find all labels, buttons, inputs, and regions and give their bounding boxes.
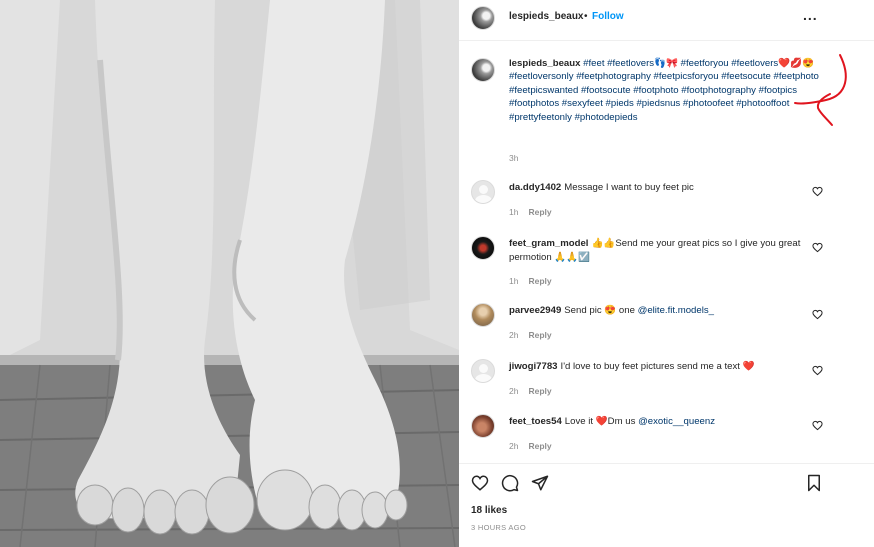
posted-ago: 3 HOURS AGO xyxy=(471,523,526,532)
comment-time: 1h xyxy=(509,276,519,286)
comment-time: 1h xyxy=(509,207,519,217)
comment-mention[interactable]: @elite.fit.models_ xyxy=(638,305,714,316)
likes-count[interactable]: 18 likes xyxy=(471,505,507,516)
owner-avatar[interactable] xyxy=(471,6,495,30)
heart-outline-icon[interactable] xyxy=(471,474,489,492)
owner-username[interactable]: lespieds_beaux xyxy=(509,11,583,22)
comment-text: parvee2949 Send pic 😍 one @elite.fit.mode… xyxy=(509,304,809,318)
post-caption: lespieds_beaux #feet #feetlovers👣🎀 #feet… xyxy=(509,57,819,124)
comment-username[interactable]: jiwogi7783 xyxy=(509,361,558,372)
comment-like-icon[interactable] xyxy=(812,309,823,320)
comment-time: 2h xyxy=(509,441,519,451)
comment-time: 2h xyxy=(509,386,519,396)
post-photo xyxy=(0,0,459,547)
comment-avatar[interactable] xyxy=(471,414,495,438)
comment-meta: 1h Reply xyxy=(509,207,552,217)
comment-meta: 2h Reply xyxy=(509,330,552,340)
comment-avatar[interactable] xyxy=(471,359,495,383)
comment-like-icon[interactable] xyxy=(812,186,823,197)
comment-text: feet_gram_model 👍👍Send me your great pics… xyxy=(509,237,809,265)
comment-mention[interactable]: @exotic__queenz xyxy=(638,416,715,427)
caption-time: 3h xyxy=(509,153,519,163)
actions-divider xyxy=(459,463,874,464)
reply-button[interactable]: Reply xyxy=(528,386,551,396)
comment-meta: 2h Reply xyxy=(509,386,552,396)
comment-body: Message I want to buy feet pic xyxy=(564,182,694,193)
comment-text: feet_toes54 Love it ❤️Dm us @exotic__quee… xyxy=(509,415,809,429)
comment-avatar[interactable] xyxy=(471,303,495,327)
comment-username[interactable]: feet_toes54 xyxy=(509,416,562,427)
comment-username[interactable]: da.ddy1402 xyxy=(509,182,561,193)
comment-body: Send pic 😍 one xyxy=(564,305,638,316)
caption-username[interactable]: lespieds_beaux xyxy=(509,58,580,69)
caption-avatar[interactable] xyxy=(471,58,495,82)
header-divider xyxy=(459,40,874,41)
comment-text: jiwogi7783 I'd love to buy feet pictures … xyxy=(509,360,809,374)
comment-avatar[interactable] xyxy=(471,236,495,260)
reply-button[interactable]: Reply xyxy=(528,207,551,217)
comment-text: da.ddy1402 Message I want to buy feet pic xyxy=(509,181,809,195)
comment-time: 2h xyxy=(509,330,519,340)
comment-body: Love it ❤️Dm us xyxy=(564,416,639,427)
paper-plane-icon[interactable] xyxy=(531,474,549,492)
comment-bubble-icon[interactable] xyxy=(501,474,519,492)
comment-username[interactable]: parvee2949 xyxy=(509,305,561,316)
comment-like-icon[interactable] xyxy=(812,420,823,431)
comment-meta: 1h Reply xyxy=(509,276,552,286)
comment-username[interactable]: feet_gram_model xyxy=(509,238,588,249)
comment-body: I'd love to buy feet pictures send me a … xyxy=(560,361,755,372)
comment-meta: 2h Reply xyxy=(509,441,552,451)
reply-button[interactable]: Reply xyxy=(528,276,551,286)
feet-photo-illustration xyxy=(0,0,459,547)
comment-avatar[interactable] xyxy=(471,180,495,204)
reply-button[interactable]: Reply xyxy=(528,441,551,451)
bookmark-icon[interactable] xyxy=(805,474,823,492)
comment-like-icon[interactable] xyxy=(812,242,823,253)
header-separator: • xyxy=(584,11,588,22)
comment-like-icon[interactable] xyxy=(812,365,823,376)
follow-button[interactable]: Follow xyxy=(592,11,624,22)
reply-button[interactable]: Reply xyxy=(528,330,551,340)
post-side-panel: lespieds_beaux • Follow ... lespieds_bea… xyxy=(459,0,874,547)
more-dots-icon[interactable]: ... xyxy=(803,7,818,23)
